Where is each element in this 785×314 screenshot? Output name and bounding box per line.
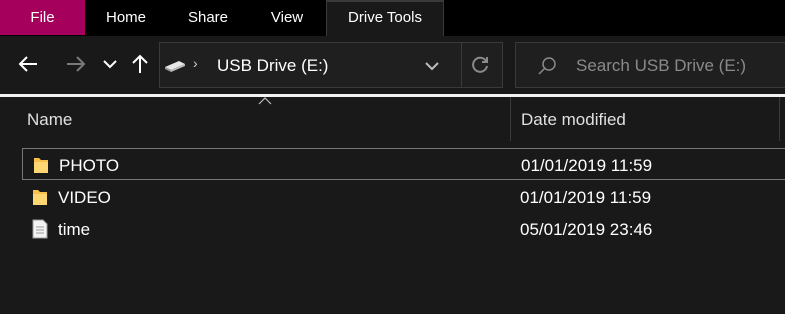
tab-share[interactable]: Share <box>167 0 249 35</box>
usb-drive-icon <box>165 61 185 72</box>
text-file-icon <box>32 219 48 239</box>
tab-home[interactable]: Home <box>85 0 167 35</box>
refresh-icon[interactable] <box>469 54 491 76</box>
file-name: time <box>58 220 91 239</box>
arrow-left-icon <box>18 56 37 72</box>
file-date-modified: 05/01/2019 23:46 <box>520 220 653 239</box>
breadcrumb-separator-icon[interactable]: › <box>193 55 198 71</box>
folder-icon <box>34 158 48 173</box>
column-header-row: Name Date modified <box>0 97 785 141</box>
ribbon-tab-bar: File Home Share View Drive Tools <box>0 0 785 36</box>
file-date-modified: 01/01/2019 11:59 <box>520 188 652 207</box>
tab-file[interactable]: File <box>0 0 85 35</box>
column-header-date-modified[interactable]: Date modified <box>521 110 626 130</box>
search-input[interactable] <box>576 54 785 78</box>
file-row-photo[interactable]: PHOTO 01/01/2019 11:59 <box>22 148 785 180</box>
breadcrumb-current[interactable]: USB Drive (E:) <box>217 56 328 76</box>
column-header-name[interactable]: Name <box>27 110 72 130</box>
file-row-time[interactable]: time 05/01/2019 23:46 <box>22 213 785 245</box>
chevron-down-icon <box>103 60 117 69</box>
address-divider <box>461 43 462 87</box>
arrow-right-icon <box>67 56 86 72</box>
recent-locations-button[interactable] <box>98 52 122 76</box>
file-row-video[interactable]: VIDEO 01/01/2019 11:59 <box>22 181 785 213</box>
column-resize-handle[interactable] <box>779 97 780 141</box>
up-button[interactable] <box>128 52 152 76</box>
file-date-modified: 01/01/2019 11:59 <box>521 156 653 175</box>
address-history-chevron-icon[interactable] <box>423 57 441 75</box>
navigation-bar: › USB Drive (E:) <box>0 36 785 94</box>
file-name: VIDEO <box>58 188 111 207</box>
search-icon <box>538 57 556 75</box>
tab-view[interactable]: View <box>249 0 325 35</box>
tab-drive-tools[interactable]: Drive Tools <box>326 0 444 36</box>
folder-icon <box>33 190 47 205</box>
forward-button[interactable] <box>63 52 87 76</box>
column-resize-handle[interactable] <box>510 97 511 141</box>
file-name: PHOTO <box>59 156 120 175</box>
search-box[interactable] <box>515 42 785 88</box>
address-bar[interactable]: › USB Drive (E:) <box>159 42 503 88</box>
back-button[interactable] <box>17 52 41 76</box>
sort-ascending-icon <box>258 97 272 105</box>
arrow-up-icon <box>132 54 148 73</box>
